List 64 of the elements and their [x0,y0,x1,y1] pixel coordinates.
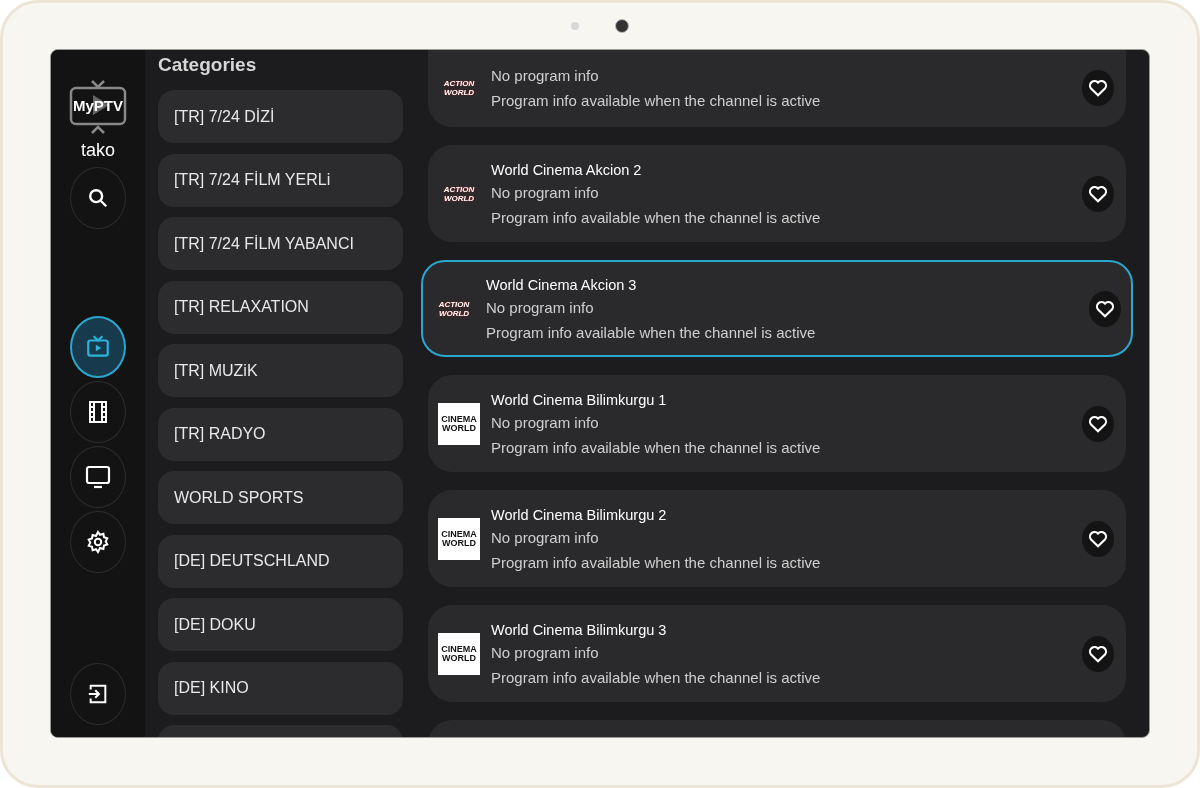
category-item[interactable]: [TR] 7/24 DİZİ [158,90,403,143]
channel-logo: ACTION WORLD [442,183,476,205]
channel-name: World Cinema Bilimkurgu 1 [491,391,668,408]
search-icon [87,187,109,209]
logo-text: MyPTV [72,97,124,114]
heart-icon [1088,184,1108,203]
heart-icon [1088,644,1108,663]
channel-logo: CINEMA WORLD [438,517,480,560]
front-camera [615,19,629,33]
category-item[interactable]: [TR] RELAXATION [158,280,403,334]
channel-card[interactable]: ACTION WORLD World Cinema Akcion 2 No program info Program info available when the channel is active [428,145,1126,242]
program-note: Program info available when the channel is active [491,438,822,456]
program-note: Program info available when the channel is active [491,208,822,226]
channel-card[interactable]: CINEMA WORLD World Cinema Bilimkurgu 2 No program info Program info available when the channel is active [428,490,1126,587]
category-item[interactable]: [DE] DOKU [158,598,403,651]
program-info: No program info [491,643,600,661]
channel-name: World Cinema Bilimkurgu 3 [491,621,668,638]
settings-icon [86,530,110,554]
program-note: Program info available when the channel is active [491,91,822,109]
channel-card[interactable]: ACTION WORLD No program info Program info available when the channel is active [428,50,1126,127]
category-item[interactable]: [TR] 7/24 FİLM YERLi [158,153,403,207]
heart-icon [1088,78,1108,97]
logout-icon [87,683,109,705]
program-note: Program info available when the channel is active [491,668,822,686]
category-item[interactable]: WORLD SPORTS [158,471,403,524]
channel-name: World Cinema Akcion 3 [486,276,638,293]
channel-logo: ACTION WORLD [437,298,471,320]
program-info: No program info [491,66,600,84]
channel-name: World Cinema Bilimkurgu 2 [491,506,668,523]
category-item[interactable]: [TR] MUZiK [158,344,403,397]
program-info: No program info [491,183,600,201]
favorite-button[interactable] [1089,290,1121,327]
nav-button[interactable] [70,316,126,378]
channel-logo: ACTION WORLD [442,77,476,99]
channel-logo: CINEMA WORLD [438,632,480,675]
username: tako [81,140,115,161]
favorite-button[interactable] [1082,175,1114,212]
category-item[interactable]: [TR] 7/24 FİLM YABANCI [158,217,403,270]
monitor-icon [85,465,111,489]
program-info: No program info [491,528,600,546]
favorite-button[interactable] [1082,635,1114,672]
light-sensor [571,22,579,30]
category-item[interactable]: [TR] RADYO [158,407,403,461]
favorite-button[interactable] [1082,405,1114,442]
channel-card[interactable]: CINEMA WORLD World Cinema Bilimkurgu 1 No program info Program info available when the channel is active [428,375,1126,472]
heart-icon [1088,414,1108,433]
program-info: No program info [491,413,600,431]
program-info: No program info [486,298,595,316]
heart-icon [1095,299,1115,318]
channel-name: World Cinema Akcion 2 [491,161,643,178]
program-note: Program info available when the channel is active [491,553,822,571]
categories-title: Categories [158,54,258,76]
film-icon [87,400,109,424]
tv-logo-icon [69,78,127,136]
category-item[interactable]: [DE] DEUTSCHLAND [158,534,403,588]
program-note: Program info available when the channel is active [486,323,817,341]
heart-icon [1088,529,1108,548]
category-item[interactable]: [DE] KINO [158,661,403,715]
channel-logo: CINEMA WORLD [438,402,480,445]
tv-play-icon [85,334,111,360]
favorite-button[interactable] [1082,69,1114,106]
channel-card[interactable]: CINEMA WORLD World Cinema Bilimkurgu 3 No program info Program info available when the channel is active [428,605,1126,702]
favorite-button[interactable] [1082,520,1114,557]
channel-card[interactable]: ACTION WORLD World Cinema Akcion 3 No program info Program info available when the channel is active [421,260,1133,357]
